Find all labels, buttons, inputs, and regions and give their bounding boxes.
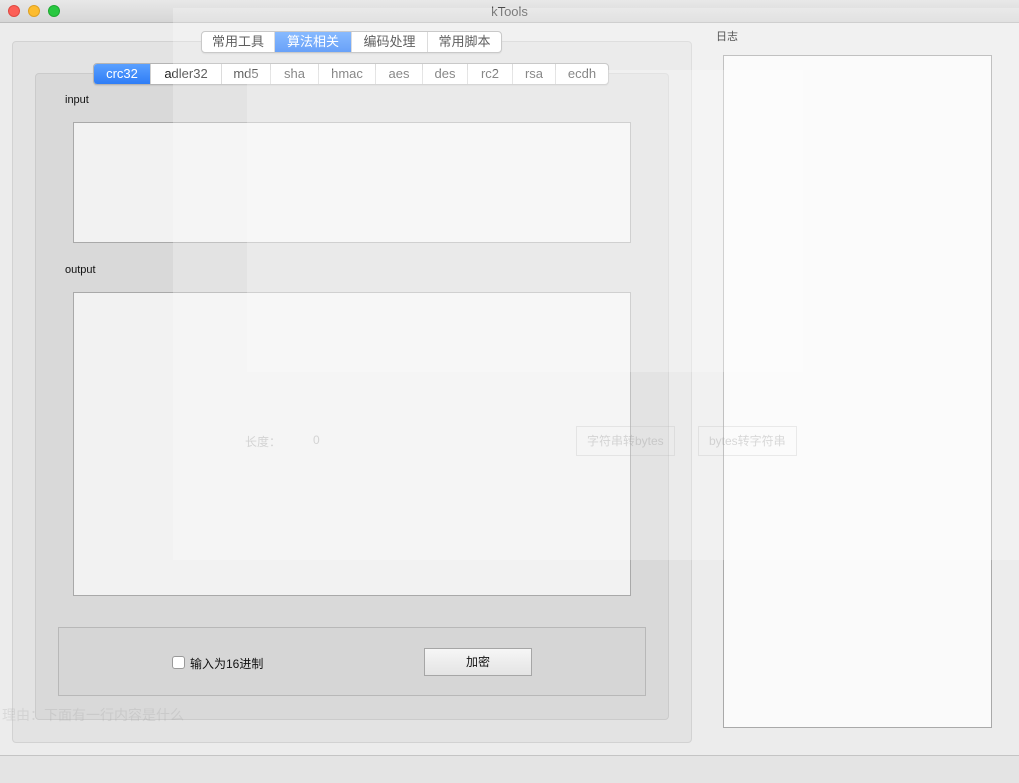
tab-encoding[interactable]: 编码处理 [352, 32, 428, 52]
hex-input-checkbox[interactable] [172, 656, 185, 669]
tab-adler32[interactable]: adler32 [151, 64, 222, 84]
output-label: output [65, 264, 96, 276]
tab-aes[interactable]: aes [376, 64, 423, 84]
tab-ecdh[interactable]: ecdh [556, 64, 608, 84]
tab-sha[interactable]: sha [271, 64, 319, 84]
status-bar [0, 755, 1019, 783]
input-textarea[interactable] [73, 122, 631, 243]
encrypt-button[interactable]: 加密 [424, 648, 532, 676]
controls-group [58, 627, 646, 696]
tab-common-tools[interactable]: 常用工具 [202, 32, 275, 52]
log-textarea[interactable] [723, 55, 992, 728]
output-textarea[interactable] [73, 292, 631, 596]
ghost-bottom-text: 理由：下面有一行内容是什么 [2, 707, 184, 723]
tab-des[interactable]: des [423, 64, 468, 84]
tab-md5[interactable]: md5 [222, 64, 271, 84]
input-label: input [65, 94, 89, 106]
tab-rc2[interactable]: rc2 [468, 64, 513, 84]
log-label: 日志 [716, 31, 738, 43]
tab-common-scripts[interactable]: 常用脚本 [428, 32, 501, 52]
title-bar: kTools [0, 0, 1019, 23]
tab-algorithms[interactable]: 算法相关 [275, 32, 352, 52]
tab-rsa[interactable]: rsa [513, 64, 556, 84]
window-title: kTools [491, 4, 528, 19]
algorithm-tab-bar: crc32 adler32 md5 sha hmac aes des rc2 r… [93, 63, 609, 85]
hex-input-checkbox-label[interactable]: 输入为16进制 [190, 655, 263, 672]
category-tab-bar: 常用工具 算法相关 编码处理 常用脚本 [201, 31, 502, 53]
tab-crc32[interactable]: crc32 [94, 64, 151, 84]
tab-hmac[interactable]: hmac [319, 64, 376, 84]
